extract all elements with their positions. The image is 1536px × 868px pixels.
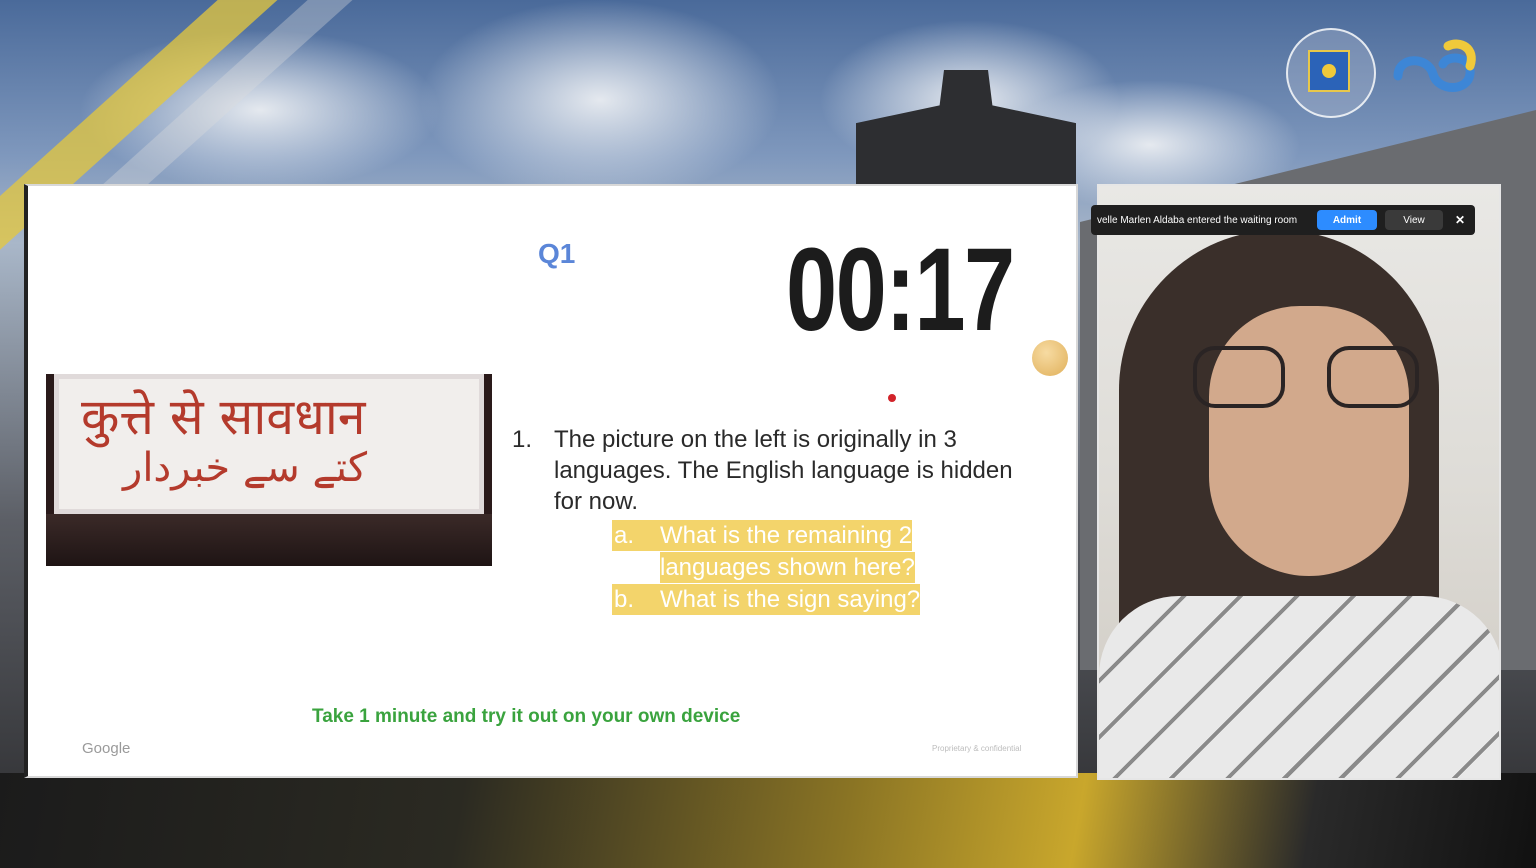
sign-photo: कुत्ते से सावधान کتے سے خبردار: [46, 374, 492, 566]
sign-shadow: [46, 514, 492, 566]
sign-hindi-text: कुत्ते से सावधान: [81, 388, 366, 446]
question-number: 1.: [512, 426, 533, 453]
sign-urdu-text: کتے سے خبردار: [123, 445, 368, 491]
question-text: The picture on the left is originally in…: [554, 426, 1013, 515]
university-seal-logo: [1286, 28, 1376, 118]
countdown-timer: 00:17: [786, 224, 1015, 356]
event-logo: [1393, 39, 1476, 92]
call-to-action: Take 1 minute and try it out on your own…: [312, 706, 741, 727]
sub-b-letter: b.: [614, 586, 635, 613]
sub-question-a-continued: languages shown here?: [660, 552, 915, 583]
sub-a-letter: a.: [614, 522, 635, 549]
sign-board: कुत्ते से सावधान کتے سے خبردار: [54, 374, 484, 514]
admit-button[interactable]: Admit: [1317, 210, 1377, 230]
pointer-dot: [888, 394, 896, 402]
waiting-room-notification: velle Marlen Aldaba entered the waiting …: [1091, 205, 1475, 235]
floor-band: [0, 773, 1536, 868]
sub-a-text: What is the remaining 2: [660, 522, 913, 549]
glasses-icon: [1327, 346, 1419, 408]
sub-question-a: a. What is the remaining 2: [612, 520, 913, 551]
glasses-icon: [1193, 346, 1285, 408]
close-icon[interactable]: ✕: [1455, 213, 1465, 227]
notification-text: velle Marlen Aldaba entered the waiting …: [1097, 214, 1298, 226]
coin-icon: [1032, 340, 1068, 376]
view-button[interactable]: View: [1385, 210, 1443, 230]
participant-video[interactable]: [1097, 184, 1501, 780]
sub-question-b: b. What is the sign saying?: [612, 584, 921, 615]
participant-shirt: [1099, 596, 1499, 778]
sub-b-text: What is the sign saying?: [660, 586, 921, 613]
question-label: Q1: [538, 238, 576, 269]
google-logo: Google: [82, 740, 131, 757]
confidential-note: Proprietary & confidential: [932, 744, 1022, 753]
presentation-slide: Q1 00:17 कुत्ते से सावधान کتے سے خبردار …: [24, 184, 1078, 778]
